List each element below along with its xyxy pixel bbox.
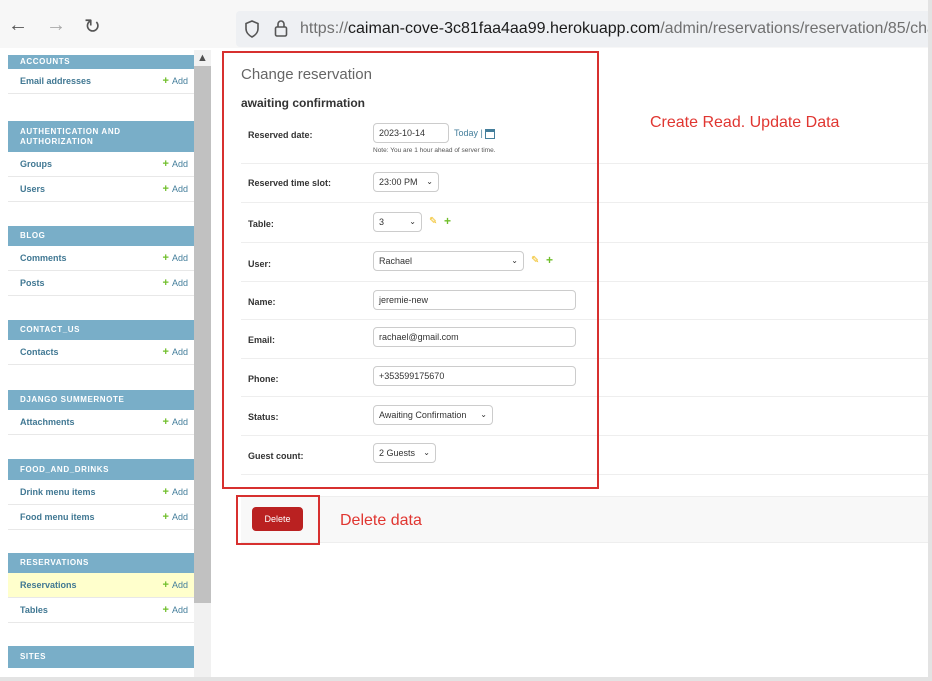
add-link[interactable]: + Add [163, 486, 188, 498]
sidebar-item-label[interactable]: Contacts [20, 347, 59, 357]
plus-icon: + [162, 183, 169, 195]
sidebar-section-blog: BLOG Comments + Add Posts + Add [8, 226, 194, 296]
crud-annotation-label: Create Read. Update Data [650, 114, 840, 131]
add-link[interactable]: + Add [163, 346, 188, 358]
sidebar-section-title: BLOG [8, 226, 194, 246]
address-bar[interactable]: https://caiman-cove-3c81faa4aa99.herokua… [236, 11, 928, 47]
plus-icon: + [162, 75, 169, 87]
sidebar-item-food-menu-items[interactable]: Food menu items + Add [8, 505, 194, 530]
sidebar-item-posts[interactable]: Posts + Add [8, 271, 194, 296]
sidebar-section-contact-us: CONTACT_US Contacts + Add [8, 320, 194, 365]
plus-icon: + [162, 604, 169, 616]
lock-icon [274, 20, 288, 37]
add-link[interactable]: + Add [163, 252, 188, 264]
sidebar-section-title: CONTACT_US [8, 320, 194, 340]
sidebar-item-comments[interactable]: Comments + Add [8, 246, 194, 271]
plus-icon: + [162, 486, 169, 498]
plus-icon: + [162, 511, 169, 523]
sidebar-item-label[interactable]: Posts [20, 278, 45, 288]
sidebar-section-title: AUTHENTICATION AND AUTHORIZATION [8, 121, 194, 152]
sidebar-section-accounts: ACCOUNTS Email addresses + Add [8, 55, 194, 94]
sidebar-section-authentication: AUTHENTICATION AND AUTHORIZATION Groups +… [8, 121, 194, 202]
sidebar-item-label[interactable]: Tables [20, 605, 48, 615]
add-link[interactable]: + Add [163, 416, 188, 428]
sidebar-item-label[interactable]: Groups [20, 159, 52, 169]
delete-highlight-box [236, 495, 320, 545]
add-link[interactable]: + Add [163, 183, 188, 195]
sidebar-item-tables[interactable]: Tables + Add [8, 598, 194, 623]
url-text: https://caiman-cove-3c81faa4aa99.herokua… [300, 20, 928, 37]
add-link[interactable]: + Add [163, 511, 188, 523]
sidebar-section-title: SITES [8, 646, 194, 668]
delete-annotation-label: Delete data [340, 512, 422, 529]
sidebar-item-label[interactable]: Users [20, 184, 45, 194]
sidebar-section-title: DJANGO SUMMERNOTE [8, 390, 194, 410]
add-link[interactable]: + Add [163, 604, 188, 616]
browser-toolbar: ← → ↻ https://caiman-cove-3c81faa4aa99.h… [0, 0, 928, 48]
sidebar-item-label[interactable]: Attachments [20, 417, 75, 427]
sidebar-section-title: RESERVATIONS [8, 553, 194, 573]
plus-icon: + [162, 416, 169, 428]
sidebar-item-reservations[interactable]: Reservations + Add [8, 573, 194, 598]
plus-icon: + [162, 277, 169, 289]
admin-sidebar: ACCOUNTS Email addresses + Add AUTHENTICAT… [8, 50, 194, 677]
sidebar-item-label[interactable]: Reservations [20, 580, 77, 590]
sidebar-item-attachments[interactable]: Attachments + Add [8, 410, 194, 435]
sidebar-section-food-and-drinks: FOOD_AND_DRINKS Drink menu items + Add Foo… [8, 459, 194, 530]
sidebar-section-title: ACCOUNTS [8, 55, 194, 69]
scroll-up-arrow-icon[interactable]: ▲ [197, 52, 208, 64]
plus-icon: + [162, 252, 169, 264]
add-link[interactable]: + Add [163, 277, 188, 289]
sidebar-item-email-addresses[interactable]: Email addresses + Add [8, 69, 194, 94]
crud-highlight-box [222, 51, 599, 489]
back-arrow-icon[interactable]: ← [8, 14, 28, 37]
add-link[interactable]: + Add [163, 158, 188, 170]
screenshot-frame: ← → ↻ https://caiman-cove-3c81faa4aa99.h… [0, 0, 928, 677]
plus-icon: + [162, 579, 169, 591]
add-link[interactable]: + Add [163, 579, 188, 591]
sidebar-section-title: FOOD_AND_DRINKS [8, 459, 194, 480]
sidebar-section-sites: SITES [8, 646, 194, 668]
scrollbar-thumb[interactable] [194, 66, 211, 603]
sidebar-item-label[interactable]: Food menu items [20, 512, 95, 522]
sidebar-item-label[interactable]: Email addresses [20, 76, 91, 86]
plus-icon: + [162, 158, 169, 170]
reload-icon[interactable]: ↻ [84, 14, 101, 39]
sidebar-item-label[interactable]: Drink menu items [20, 487, 96, 497]
sidebar-item-label[interactable]: Comments [20, 253, 67, 263]
shield-icon [245, 20, 259, 38]
sidebar-item-contacts[interactable]: Contacts + Add [8, 340, 194, 365]
sidebar-item-groups[interactable]: Groups + Add [8, 152, 194, 177]
sidebar-item-drink-menu-items[interactable]: Drink menu items + Add [8, 480, 194, 505]
add-link[interactable]: + Add [163, 75, 188, 87]
plus-icon: + [162, 346, 169, 358]
sidebar-section-django-summernote: DJANGO SUMMERNOTE Attachments + Add [8, 390, 194, 435]
sidebar-item-users[interactable]: Users + Add [8, 177, 194, 202]
sidebar-section-reservations: RESERVATIONS Reservations + Add Tables + Add [8, 553, 194, 623]
forward-arrow-icon[interactable]: → [46, 14, 66, 37]
sidebar-scrollbar[interactable]: ▲ [194, 50, 211, 677]
